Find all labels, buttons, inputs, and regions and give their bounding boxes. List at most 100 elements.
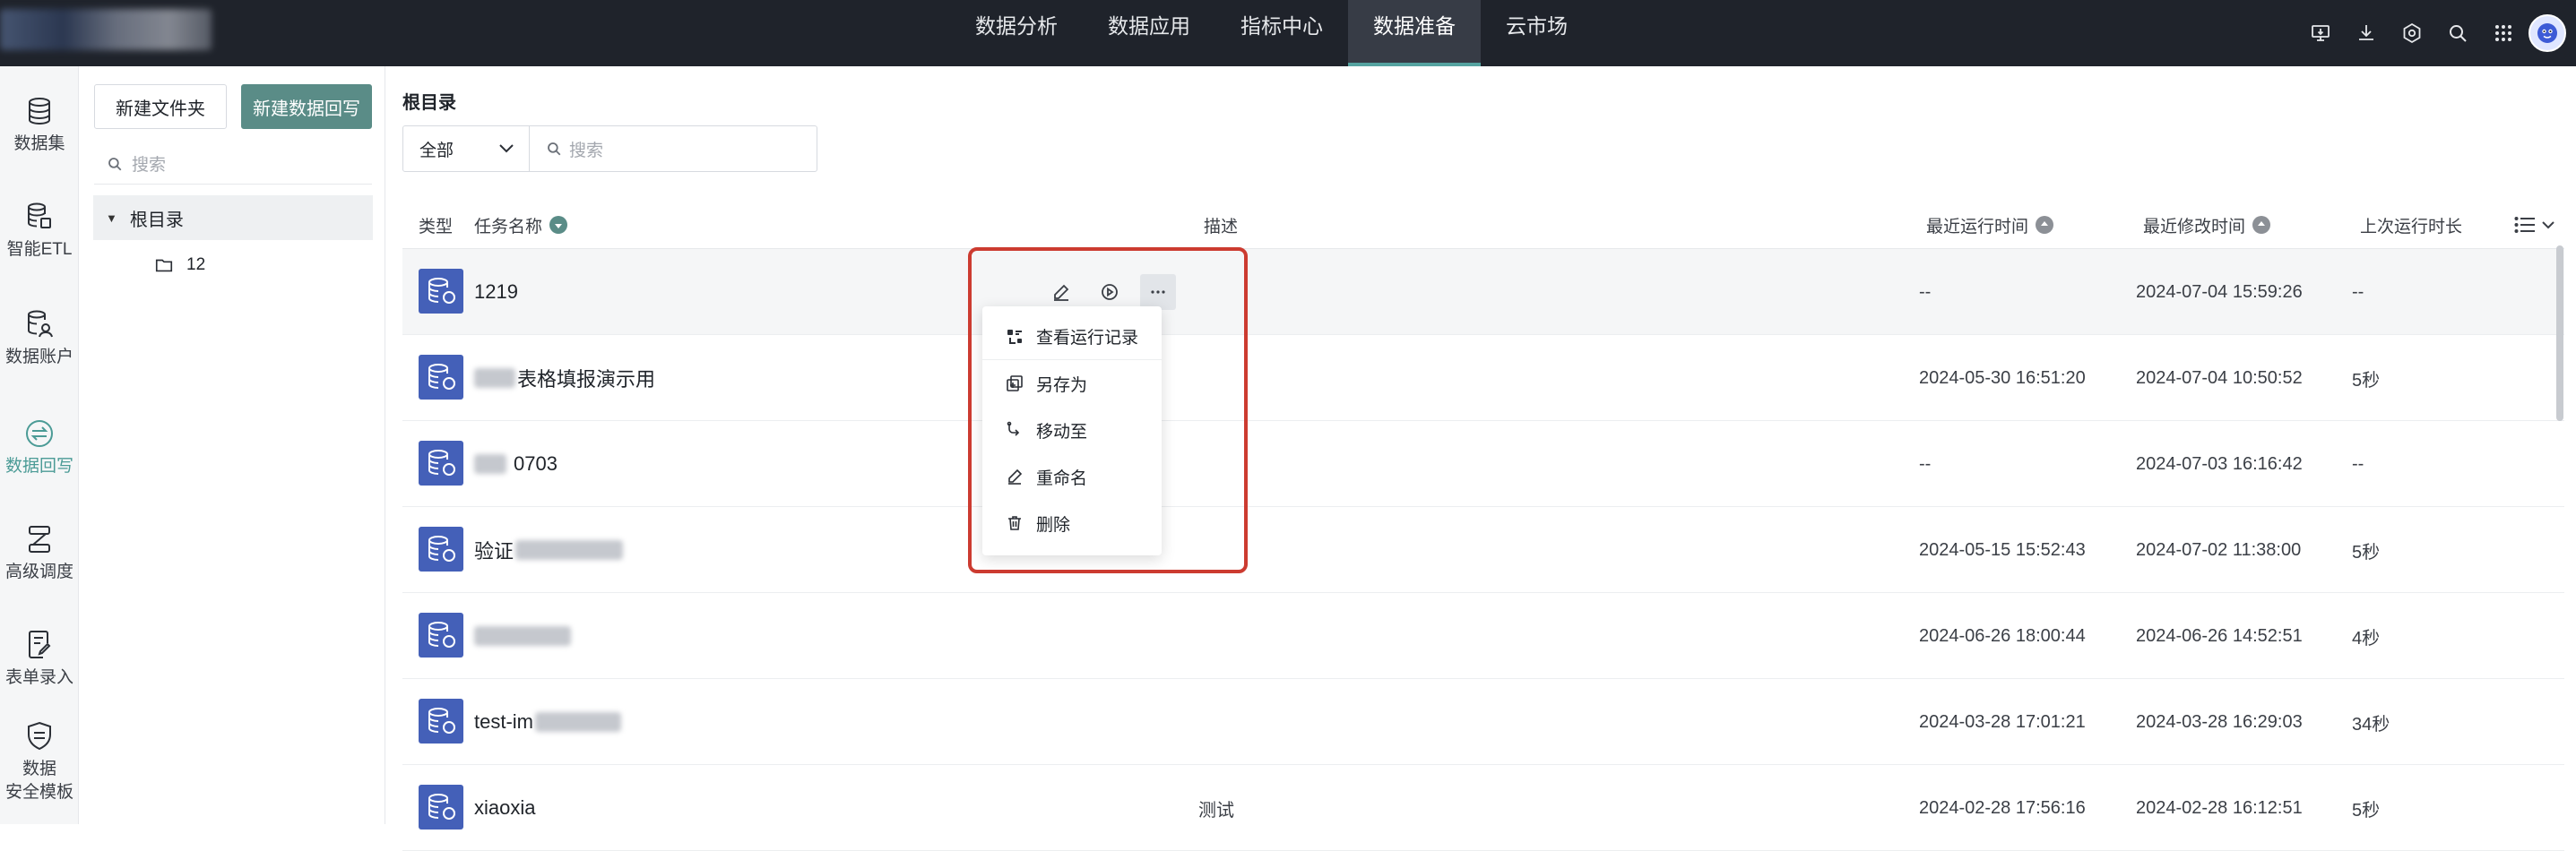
table-row[interactable]: 2024-06-26 18:00:44 2024-06-26 14:52:51 … (402, 593, 2564, 679)
column-settings[interactable] (2514, 215, 2555, 235)
last-modified-time: 2024-02-28 16:12:51 (2136, 797, 2303, 818)
writeback-task-icon (419, 269, 463, 314)
last-modified-time: 2024-07-03 16:16:42 (2136, 453, 2303, 474)
last-run-time: 2024-03-28 17:01:21 (1919, 711, 2086, 732)
rail-item-dataset[interactable]: 数据集 (0, 95, 79, 156)
rail-label-writeback: 数据回写 (4, 457, 73, 476)
writeback-task-icon (419, 613, 463, 658)
writeback-task-icon (419, 441, 463, 486)
last-run-duration: 5秒 (2352, 800, 2381, 821)
task-name-cell[interactable] (474, 593, 571, 679)
sort-icon[interactable] (549, 216, 568, 234)
writeback-task-icon (419, 699, 463, 744)
new-writeback-button[interactable]: 新建数据回写 (241, 84, 372, 129)
download-icon[interactable] (2343, 6, 2389, 60)
col-name[interactable]: 任务名称 (474, 201, 568, 249)
last-run-time: 2024-05-30 16:51:20 (1919, 367, 2086, 388)
col-name-label: 任务名称 (474, 217, 543, 236)
task-search-placeholder: 搜索 (569, 141, 604, 160)
task-name-cell[interactable]: 表格填报演示用 (474, 335, 655, 421)
folder-panel: 新建文件夹 新建数据回写 搜索 ▼ 根目录 12 (79, 66, 385, 824)
col-last-run[interactable]: 最近运行时间 (1926, 201, 2054, 249)
screen-download-icon[interactable] (2297, 6, 2343, 60)
security-template-icon (28, 721, 51, 751)
type-filter-value: 全部 (419, 141, 454, 160)
chevron-down-icon (2542, 221, 2554, 229)
last-run-time: 2024-02-28 17:56:16 (1919, 797, 2086, 818)
task-description: 测试 (1198, 800, 1234, 821)
top-toolbar (2297, 0, 2576, 66)
last-run-time: 2024-06-26 18:00:44 (1919, 625, 2086, 646)
top-bar: 数据分析 数据应用 指标中心 数据准备 云市场 (0, 0, 2576, 66)
task-name-cell[interactable]: test-im (474, 679, 621, 765)
col-type: 类型 (419, 217, 454, 236)
redacted-text (535, 712, 621, 732)
brand-logo[interactable] (0, 9, 212, 50)
col-last-modified[interactable]: 最近修改时间 (2143, 201, 2271, 249)
rail-item-security-template[interactable]: 数据 安全模板 (0, 720, 79, 804)
nav-data-analysis[interactable]: 数据分析 (950, 0, 1083, 66)
nav-data-application[interactable]: 数据应用 (1083, 0, 1215, 66)
redacted-text (474, 454, 506, 474)
task-name: test-im (474, 710, 533, 733)
folder-search-placeholder: 搜索 (132, 156, 167, 175)
last-run-duration: 34秒 (2352, 714, 2390, 735)
rail-label-form-entry: 表单录入 (4, 668, 73, 687)
last-modified-time: 2024-07-04 15:59:26 (2136, 281, 2303, 302)
writeback-task-icon (419, 785, 463, 830)
tree-folder-item[interactable]: 12 (154, 247, 205, 283)
etl-icon (28, 202, 51, 228)
redacted-text (474, 368, 515, 388)
sort-icon[interactable] (2036, 216, 2054, 234)
rail-item-form-entry[interactable]: 表单录入 (0, 629, 79, 690)
table-row[interactable]: xiaoxia 测试 2024-02-28 17:56:16 2024-02-2… (402, 765, 2564, 851)
task-name: 表格填报演示用 (517, 368, 656, 391)
last-run-time: -- (1919, 281, 1932, 302)
type-filter-select[interactable]: 全部 (402, 125, 530, 172)
folder-search-input[interactable]: 搜索 (94, 143, 372, 185)
table-row[interactable]: 1219 -- 2024-07-04 15:59:26 -- (402, 249, 2564, 335)
highlight-annotation-box (968, 247, 1248, 573)
page-title: 根目录 (402, 93, 456, 113)
tree-folder-label: 12 (186, 255, 206, 274)
table-row[interactable]: 表格填报演示用 2024-05-30 16:51:20 2024-07-04 1… (402, 335, 2564, 421)
writeback-task-icon (419, 527, 463, 572)
table-row[interactable]: test-im 2024-03-28 17:01:21 2024-03-28 1… (402, 679, 2564, 765)
data-account-icon (28, 310, 53, 338)
task-name[interactable]: 1219 (474, 249, 518, 335)
last-run-duration: -- (2352, 453, 2364, 474)
task-name[interactable]: xiaoxia (474, 765, 535, 851)
rail-label-security-2: 安全模板 (4, 783, 73, 802)
user-avatar[interactable] (2526, 6, 2569, 60)
database-icon (29, 98, 50, 125)
table-scrollbar[interactable] (2556, 245, 2563, 421)
apps-grid-icon[interactable] (2480, 6, 2526, 60)
settings-icon[interactable] (2389, 6, 2434, 60)
tree-root-folder[interactable]: ▼ 根目录 (93, 195, 373, 240)
last-run-duration: 4秒 (2352, 628, 2381, 649)
nav-metric-center[interactable]: 指标中心 (1215, 0, 1348, 66)
schedule-icon (29, 526, 50, 553)
nav-data-preparation[interactable]: 数据准备 (1348, 0, 1481, 66)
sort-icon[interactable] (2252, 216, 2271, 234)
form-entry-icon (29, 631, 51, 658)
rail-label-data-account: 数据账户 (4, 348, 73, 366)
nav-cloud-market[interactable]: 云市场 (1481, 0, 1593, 66)
task-name-cell[interactable]: 验证 (474, 507, 624, 593)
task-name-cell[interactable]: 0703 (474, 421, 558, 507)
col-duration: 上次运行时长 (2360, 217, 2463, 236)
rail-item-data-account[interactable]: 数据账户 (0, 308, 79, 369)
rail-label-dataset: 数据集 (13, 134, 65, 153)
chevron-down-icon (499, 144, 514, 153)
new-folder-button[interactable]: 新建文件夹 (94, 84, 227, 129)
rail-item-schedule[interactable]: 高级调度 (0, 523, 79, 584)
last-modified-time: 2024-07-04 10:50:52 (2136, 367, 2303, 388)
caret-down-icon[interactable]: ▼ (106, 211, 117, 225)
rail-item-etl[interactable]: 智能ETL (0, 201, 79, 262)
table-row[interactable]: 验证 2024-05-15 15:52:43 2024-07-02 11:38:… (402, 507, 2564, 593)
rail-item-writeback[interactable]: 数据回写 (0, 417, 79, 478)
search-icon[interactable] (2434, 6, 2480, 60)
last-modified-time: 2024-06-26 14:52:51 (2136, 625, 2303, 646)
task-search-input[interactable]: 搜索 (529, 125, 817, 172)
table-row[interactable]: 0703 -- 2024-07-03 16:16:42 -- (402, 421, 2564, 507)
